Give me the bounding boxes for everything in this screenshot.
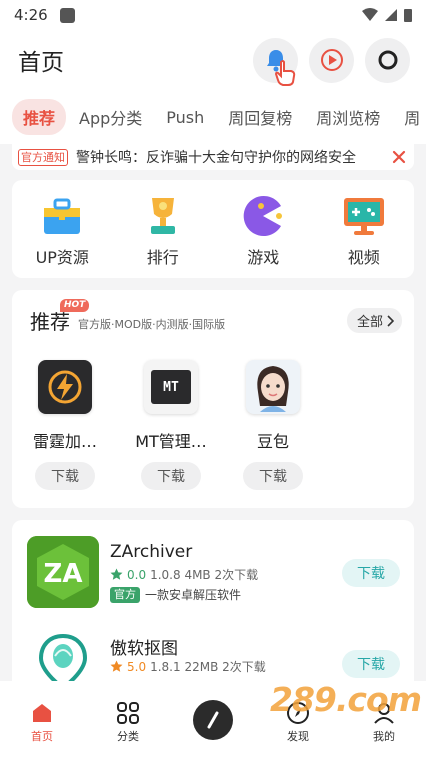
official-tag: 官方 <box>110 586 140 603</box>
app-tagline: 官方 一款安卓解压软件 <box>110 586 241 603</box>
quick-link-ranking[interactable]: 排行 <box>118 194 208 268</box>
pointing-hand-icon <box>275 59 296 86</box>
app-name: ZArchiver <box>110 542 193 562</box>
mt-icon-text: MT <box>151 370 191 404</box>
status-indicators <box>362 8 412 22</box>
nav-label: 发现 <box>287 730 309 743</box>
notification-button[interactable] <box>253 37 298 86</box>
notification-icon <box>59 7 75 23</box>
recommended-app[interactable]: 雷霆加… 下载 <box>10 360 120 490</box>
app-name: 雷霆加… <box>32 432 97 451</box>
notice-bar[interactable]: 官方通知 警钟长鸣：反诈骗十大金句守护你的网络安全 <box>12 144 414 170</box>
app-meta-text: 1.0.8 4MB 2次下载 <box>150 568 259 582</box>
app-list-card: ZA ZArchiver 0.0 1.0.8 4MB 2次下载 官方 一款安卓解… <box>12 520 414 690</box>
compose-button[interactable] <box>193 700 233 740</box>
nav-label: 分类 <box>117 730 139 743</box>
recommended-app[interactable]: 豆包 下载 <box>218 360 328 490</box>
tab-recommend[interactable]: 推荐 <box>12 99 67 135</box>
section-subtitle: 官方版·MOD版·内测版·国际版 <box>78 318 226 331</box>
nav-label: 首页 <box>31 730 53 743</box>
battery-icon <box>404 9 412 22</box>
status-bar: 4:26 <box>0 0 426 30</box>
quick-link-label: 游戏 <box>247 248 280 267</box>
video-button[interactable] <box>309 37 354 83</box>
download-button[interactable]: 下载 <box>342 650 400 678</box>
header: 首页 <box>0 30 426 90</box>
search-button[interactable] <box>365 37 410 83</box>
zarchiver-icon: ZA <box>27 536 99 608</box>
tab-push[interactable]: Push <box>155 102 215 133</box>
site-watermark: 289.com <box>270 680 422 719</box>
zarchiver-icon-text: ZA <box>44 559 83 589</box>
download-button[interactable]: 下载 <box>35 462 95 490</box>
recommend-card: 推荐 HOT 官方版·MOD版·内测版·国际版 全部 雷霆加… 下载 MT MT… <box>12 290 414 508</box>
quick-link-up-resources[interactable]: UP资源 <box>17 194 107 268</box>
tab-weekly-replies[interactable]: 周回复榜 <box>217 99 303 135</box>
star-icon <box>110 568 123 580</box>
quick-link-games[interactable]: 游戏 <box>218 194 308 268</box>
app-name: MT管理… <box>135 432 207 451</box>
recommended-app[interactable]: MT MT管理… 下载 <box>116 360 226 490</box>
status-time: 4:26 <box>14 6 48 24</box>
close-icon[interactable] <box>392 150 406 164</box>
tab-app-category[interactable]: App分类 <box>68 99 153 135</box>
doubao-avatar-icon <box>246 360 300 414</box>
notice-text[interactable]: 警钟长鸣：反诈骗十大金句守护你的网络安全 <box>76 147 384 167</box>
quick-link-label: 视频 <box>347 248 380 267</box>
pen-icon <box>207 711 219 729</box>
app-description: 一款安卓解压软件 <box>145 588 242 602</box>
app-name: 傲软抠图 <box>110 639 178 659</box>
app-meta-text: 1.8.1 22MB 2次下载 <box>150 660 266 674</box>
app-meta: 5.0 1.8.1 22MB 2次下载 <box>110 658 266 675</box>
download-button[interactable]: 下载 <box>243 462 303 490</box>
search-icon <box>378 50 397 70</box>
hot-badge: HOT <box>60 299 90 312</box>
quick-links-card: UP资源 排行 游戏 视频 <box>12 180 414 278</box>
tab-weekly-views[interactable]: 周浏览榜 <box>305 99 391 135</box>
nav-home[interactable]: 首页 <box>12 701 72 744</box>
trophy-icon <box>150 198 175 234</box>
app-rating: 0.0 <box>127 567 147 582</box>
app-meta: 0.0 1.0.8 4MB 2次下载 <box>110 566 258 583</box>
quick-link-videos[interactable]: 视频 <box>319 194 409 268</box>
wifi-icon <box>362 8 378 21</box>
lightning-icon <box>38 360 92 414</box>
view-all-label: 全部 <box>356 315 383 330</box>
chevron-right-icon <box>387 314 394 327</box>
category-tabs: 推荐 App分类 Push 周回复榜 周浏览榜 周 <box>0 90 426 144</box>
page-title: 首页 <box>18 50 64 76</box>
list-item[interactable]: ZA ZArchiver 0.0 1.0.8 4MB 2次下载 官方 一款安卓解… <box>12 536 414 616</box>
download-button[interactable]: 下载 <box>342 559 400 587</box>
toolbox-icon <box>44 198 81 234</box>
nav-categories[interactable]: 分类 <box>98 701 158 744</box>
star-icon <box>110 660 123 672</box>
pacman-icon <box>243 196 283 236</box>
quick-link-label: 排行 <box>146 248 179 267</box>
mt-icon: MT <box>144 360 198 414</box>
quick-link-label: UP资源 <box>35 248 89 267</box>
view-all-button[interactable]: 全部 <box>346 308 402 333</box>
nav-label: 我的 <box>373 730 395 743</box>
tab-weekly-more[interactable]: 周 <box>393 99 426 135</box>
app-rating: 5.0 <box>127 659 147 674</box>
app-name: 豆包 <box>256 432 289 451</box>
home-icon <box>33 704 51 722</box>
notice-badge: 官方通知 <box>18 148 68 166</box>
download-button[interactable]: 下载 <box>141 462 201 490</box>
monitor-icon <box>343 198 384 235</box>
play-icon <box>320 49 343 71</box>
grid-icon <box>117 702 139 724</box>
cellular-icon <box>385 9 397 21</box>
